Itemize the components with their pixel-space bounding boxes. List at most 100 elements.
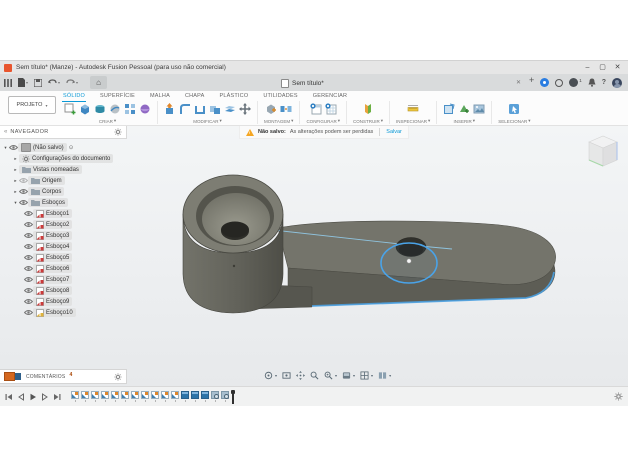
timeline-feature-sketch[interactable]	[81, 391, 89, 402]
eye-icon[interactable]	[19, 188, 28, 195]
file-menu-icon[interactable]: ▾	[18, 78, 28, 88]
group-label-configurar[interactable]: CONFIGURAR▾	[306, 118, 340, 124]
offset-face-icon[interactable]	[224, 103, 236, 115]
viewports-icon[interactable]: ▾	[378, 371, 391, 380]
timeline-feature-sketch[interactable]	[91, 391, 99, 402]
move-icon[interactable]	[239, 103, 251, 115]
view-cube[interactable]	[585, 132, 621, 174]
look-at-icon[interactable]	[282, 371, 291, 380]
play-icon[interactable]	[29, 393, 37, 401]
timeline-feature-sketch[interactable]	[111, 391, 119, 402]
insert-mesh-icon[interactable]	[458, 103, 470, 115]
timeline-feature-hole[interactable]	[221, 391, 229, 402]
bell-icon[interactable]	[588, 74, 596, 92]
eye-icon[interactable]	[24, 265, 33, 272]
expand-icon[interactable]: ▸	[12, 156, 19, 162]
tree-item-sketch[interactable]: Esboço2	[24, 219, 113, 230]
eye-icon[interactable]	[19, 199, 28, 206]
fillet-icon[interactable]	[179, 103, 191, 115]
close-tab-icon[interactable]: ✕	[516, 79, 521, 86]
tree-item-sketch[interactable]: Esboço8	[24, 285, 113, 296]
eye-icon[interactable]	[24, 221, 33, 228]
zoom-window-icon[interactable]: ▾	[324, 371, 337, 380]
extrude-icon[interactable]	[79, 103, 91, 115]
grid-settings-icon[interactable]: ▾	[360, 371, 373, 380]
form-icon[interactable]	[139, 103, 151, 115]
joint-icon[interactable]	[280, 103, 292, 115]
comments-panel[interactable]: COMENTÁRIOS 4	[0, 369, 127, 384]
expand-icon[interactable]: ▸	[12, 178, 19, 184]
eye-icon[interactable]	[24, 287, 33, 294]
timeline-feature-sketch[interactable]	[161, 391, 169, 402]
tree-item-sketch[interactable]: Esboço10	[24, 307, 113, 318]
timeline-feature-hole[interactable]	[211, 391, 219, 402]
timeline-feature-sketch[interactable]	[151, 391, 159, 402]
collapse-icon[interactable]: ▾	[12, 200, 19, 206]
eye-icon[interactable]	[24, 254, 33, 261]
eye-icon[interactable]	[19, 177, 28, 184]
timeline-feature-sketch[interactable]	[101, 391, 109, 402]
combine-icon[interactable]	[209, 103, 221, 115]
timeline-playhead[interactable]	[231, 390, 235, 404]
tree-item-sketch[interactable]: Esboço1	[24, 208, 113, 219]
measure-icon[interactable]	[407, 103, 419, 115]
insert-image-icon[interactable]	[473, 103, 485, 115]
group-label-montagem[interactable]: MONTAGEM▾	[264, 118, 293, 124]
group-label-inserir[interactable]: INSERIR▾	[453, 118, 475, 124]
save-link[interactable]: Salvar	[386, 129, 402, 135]
maximize-button[interactable]: ▢	[596, 62, 609, 74]
timeline-feature-extrude[interactable]	[181, 391, 189, 402]
insert-canvas-icon[interactable]	[443, 103, 455, 115]
select-icon[interactable]	[508, 103, 520, 115]
pan-icon[interactable]	[296, 371, 305, 380]
undo-icon[interactable]: ▾	[48, 78, 60, 88]
job-status-icon[interactable]	[540, 78, 549, 87]
navigator-panel-header[interactable]: « NAVEGADOR	[0, 126, 127, 139]
app-launcher-icon[interactable]	[4, 79, 12, 87]
eye-icon[interactable]	[24, 232, 33, 239]
press-pull-icon[interactable]	[164, 103, 176, 115]
user-avatar[interactable]	[612, 78, 622, 88]
eye-icon[interactable]	[24, 309, 33, 316]
configuration-table-icon[interactable]	[325, 103, 337, 115]
display-settings-icon[interactable]: ▾	[342, 371, 355, 380]
eye-icon[interactable]	[24, 210, 33, 217]
revolve-icon[interactable]	[94, 103, 106, 115]
collapse-panel-icon[interactable]: «	[4, 129, 7, 135]
eye-icon[interactable]	[24, 243, 33, 250]
tree-item-document-settings[interactable]: ▸ Configurações do documento	[12, 153, 113, 164]
eye-icon[interactable]	[24, 276, 33, 283]
tree-item-sketch[interactable]: Esboço4	[24, 241, 113, 252]
document-tab[interactable]: Sem título*	[281, 76, 324, 90]
save-icon[interactable]	[34, 79, 42, 87]
timeline-feature-sketch[interactable]	[121, 391, 129, 402]
comments-settings-gear-icon[interactable]	[114, 373, 122, 381]
group-label-selecionar[interactable]: SELECIONAR▾	[498, 118, 530, 124]
create-sketch-icon[interactable]	[64, 103, 76, 115]
new-component-icon[interactable]	[265, 103, 277, 115]
tree-item-origin[interactable]: ▸ Origem	[12, 175, 113, 186]
tree-item-sketches-folder[interactable]: ▾ Esboços	[12, 197, 113, 208]
sweep-icon[interactable]	[109, 103, 121, 115]
tree-item-bodies[interactable]: ▸ Corpos	[12, 186, 113, 197]
timeline-feature-sketch[interactable]	[171, 391, 179, 402]
timeline-feature-extrude[interactable]	[201, 391, 209, 402]
group-label-criar[interactable]: CRIAR▾	[99, 118, 116, 124]
expand-icon[interactable]: ▸	[12, 167, 19, 173]
configuration-icon[interactable]	[310, 103, 322, 115]
timeline-feature-extrude[interactable]	[191, 391, 199, 402]
tree-item-sketch[interactable]: Esboço3	[24, 230, 113, 241]
step-back-icon[interactable]	[17, 393, 25, 401]
project-button[interactable]: PROJETO ▾	[8, 96, 56, 114]
go-to-start-icon[interactable]	[5, 393, 13, 401]
timeline-feature-sketch[interactable]	[131, 391, 139, 402]
group-label-modificar[interactable]: MODIFICAR▾	[193, 118, 222, 124]
zoom-icon[interactable]	[310, 371, 319, 380]
step-forward-icon[interactable]	[41, 393, 49, 401]
tree-item-named-views[interactable]: ▸ Vistas nomeadas	[12, 164, 113, 175]
notification-center[interactable]: 1	[569, 78, 582, 87]
timeline-settings-gear-icon[interactable]	[614, 392, 623, 401]
go-to-end-icon[interactable]	[53, 393, 61, 401]
home-tab[interactable]: ⌂	[90, 76, 107, 89]
tree-item-sketch[interactable]: Esboço6	[24, 263, 113, 274]
